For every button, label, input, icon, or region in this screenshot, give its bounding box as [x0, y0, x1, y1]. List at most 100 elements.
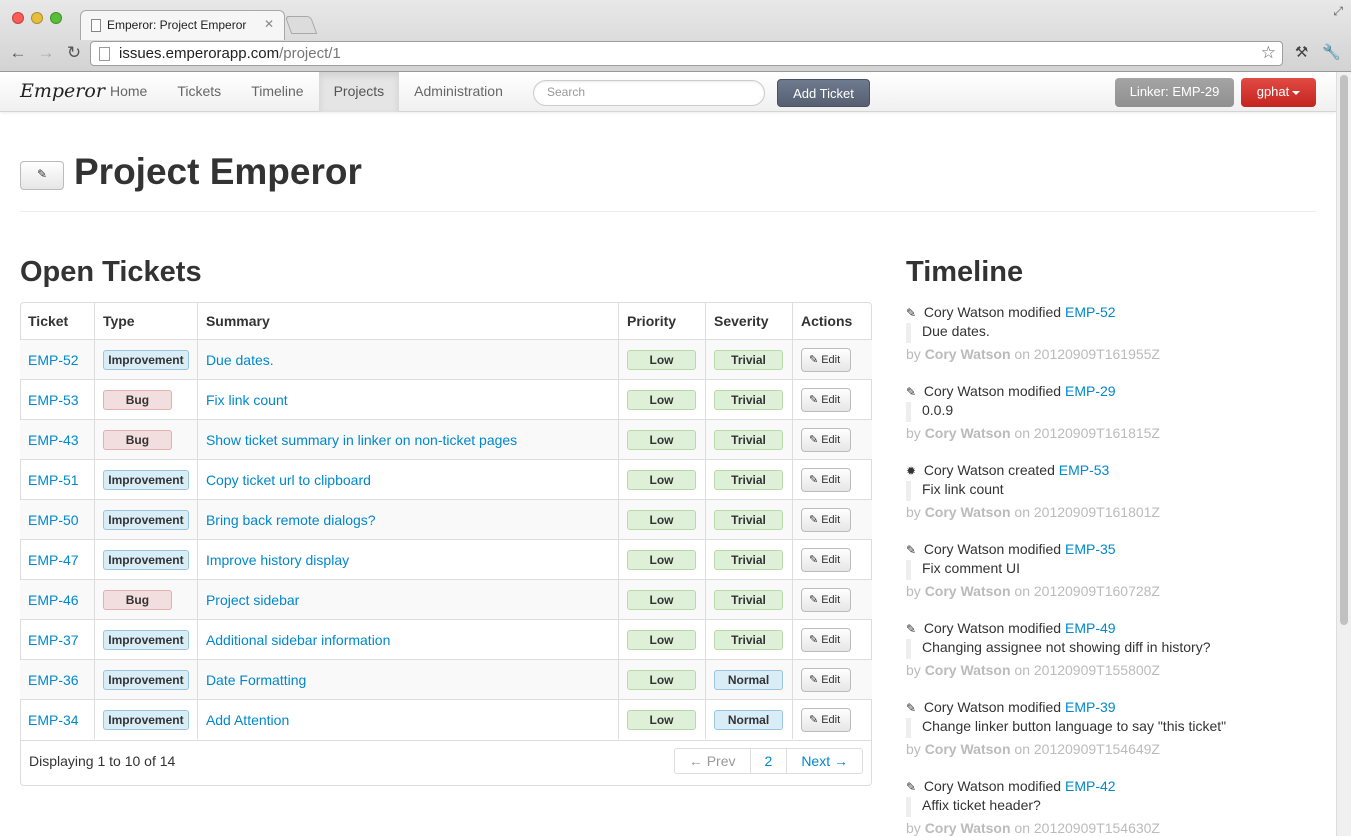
edit-ticket-button[interactable]: ✎ Edit — [800, 587, 851, 612]
table-row: EMP-36 Improvement Date Formatting Low Norma… — [20, 659, 872, 699]
ticket-summary-link[interactable]: Copy ticket url to clipboard — [206, 472, 371, 488]
edit-label: Edit — [821, 633, 841, 646]
edit-ticket-button[interactable]: ✎ Edit — [800, 387, 851, 412]
nav-administration[interactable]: Administration — [399, 72, 518, 112]
timeline-ticket-link[interactable]: EMP-35 — [1065, 541, 1116, 557]
ticket-id-link[interactable]: EMP-46 — [28, 592, 79, 608]
edit-ticket-button[interactable]: ✎ Edit — [800, 467, 851, 492]
nav-home[interactable]: Home — [95, 72, 162, 112]
brand-logo[interactable]: Emperor — [20, 80, 105, 102]
type-badge: Improvement — [102, 629, 189, 650]
user-menu-button[interactable]: gphat — [1241, 78, 1316, 107]
edit-ticket-button[interactable]: ✎ Edit — [800, 707, 851, 732]
linker-button[interactable]: Linker: EMP-29 — [1115, 78, 1234, 107]
page-title: Project Emperor — [74, 151, 362, 192]
severity-badge: Trivial — [714, 549, 783, 570]
browser-tab[interactable]: Emperor: Project Emperor ✕ — [80, 10, 285, 40]
timeline-entry: ✎ Cory Watson modified EMP-49 Changing as… — [906, 620, 1326, 697]
timeline-ticket-link[interactable]: EMP-42 — [1065, 778, 1116, 794]
timeline-author: Cory Watson — [924, 583, 1011, 599]
edit-ticket-button[interactable]: ✎ Edit — [800, 627, 851, 652]
edit-icon: ✎ — [808, 553, 819, 566]
timeline-ticket-link[interactable]: EMP-53 — [1059, 462, 1110, 478]
table-row: EMP-37 Improvement Additional sidebar info… — [20, 619, 872, 659]
timeline-ticket-link[interactable]: EMP-49 — [1065, 620, 1116, 636]
timeline-ticket-link[interactable]: EMP-52 — [1065, 304, 1116, 320]
page-icon — [91, 19, 101, 32]
timeline-entry-header: ✎ Cory Watson modified EMP-35 — [906, 541, 1326, 557]
ticket-summary-link[interactable]: Improve history display — [206, 552, 349, 568]
type-badge: Improvement — [102, 669, 189, 690]
page-scrollbar[interactable] — [1336, 72, 1351, 836]
ticket-summary-link[interactable]: Additional sidebar information — [206, 632, 390, 648]
forward-icon[interactable]: → — [36, 43, 56, 63]
nav-tickets[interactable]: Tickets — [162, 72, 236, 112]
wrench-icon[interactable]: 🔧 — [1322, 43, 1341, 61]
ticket-id-link[interactable]: EMP-37 — [28, 632, 79, 648]
ticket-summary-link[interactable]: Fix link count — [206, 392, 288, 408]
edit-ticket-button[interactable]: ✎ Edit — [800, 667, 851, 692]
timeline-date: 20120909T160728Z — [1033, 583, 1160, 599]
page-2-button[interactable]: 2 — [749, 749, 787, 773]
hammer-icon[interactable]: ⚒ — [1295, 43, 1308, 61]
edit-ticket-button[interactable]: ✎ Edit — [800, 507, 851, 532]
add-ticket-button[interactable]: Add Ticket — [777, 79, 870, 107]
timeline-on: on — [1014, 346, 1030, 362]
ticket-id-link[interactable]: EMP-53 — [28, 392, 79, 408]
column-header-ticket: Ticket — [28, 312, 69, 329]
ticket-id-link[interactable]: EMP-51 — [28, 472, 79, 488]
timeline-by: by — [906, 504, 921, 520]
ticket-id-link[interactable]: EMP-50 — [28, 512, 79, 528]
timeline-entry-text: Change linker button language to say "th… — [906, 718, 1326, 738]
ticket-summary-link[interactable]: Due dates. — [206, 352, 274, 368]
zoom-window-button[interactable] — [50, 12, 62, 24]
edit-label: Edit — [821, 353, 841, 366]
timeline-verb: modified — [1008, 383, 1062, 399]
column-header-severity: Severity — [705, 302, 792, 339]
next-page-button[interactable]: Next → — [786, 749, 862, 773]
bookmark-star-icon[interactable]: ☆ — [1261, 43, 1276, 63]
edit-project-button[interactable]: ✎ — [20, 161, 64, 190]
nav-timeline[interactable]: Timeline — [236, 72, 318, 112]
new-tab-button[interactable] — [284, 16, 318, 34]
timeline-by: by — [906, 662, 921, 678]
timeline-verb: created — [1008, 462, 1055, 478]
search-input[interactable]: Search — [533, 80, 765, 106]
reload-icon[interactable]: ↻ — [64, 43, 84, 63]
ticket-id-link[interactable]: EMP-52 — [28, 352, 79, 368]
page-icon — [99, 47, 110, 61]
prev-page-button[interactable]: ← Prev — [675, 749, 750, 773]
timeline-on: on — [1014, 504, 1030, 520]
close-window-button[interactable] — [12, 12, 24, 24]
nav-projects[interactable]: Projects — [318, 72, 400, 112]
edit-label: Edit — [821, 673, 841, 686]
scroll-thumb[interactable] — [1340, 75, 1348, 625]
fullscreen-icon[interactable]: ⤢ — [1333, 4, 1343, 19]
ticket-summary-link[interactable]: Bring back remote dialogs? — [206, 512, 376, 528]
edit-ticket-button[interactable]: ✎ Edit — [800, 547, 851, 572]
timeline-verb: modified — [1008, 304, 1062, 320]
ticket-summary-link[interactable]: Show ticket summary in linker on non-tic… — [206, 432, 517, 448]
timeline-ticket-link[interactable]: EMP-39 — [1065, 699, 1116, 715]
edit-ticket-button[interactable]: ✎ Edit — [800, 427, 851, 452]
timeline-entry: ✎ Cory Watson modified EMP-35 Fix comment… — [906, 541, 1326, 618]
edit-label: Edit — [821, 393, 841, 406]
ticket-summary-link[interactable]: Date Formatting — [206, 672, 306, 688]
asterisk-icon: ✹ — [906, 464, 917, 478]
timeline-entry: ✹ Cory Watson created EMP-53 Fix link cou… — [906, 462, 1326, 539]
ticket-id-link[interactable]: EMP-47 — [28, 552, 79, 568]
back-icon[interactable]: ← — [8, 43, 28, 63]
ticket-summary-link[interactable]: Project sidebar — [206, 592, 299, 608]
edit-ticket-button[interactable]: ✎ Edit — [800, 347, 851, 372]
ticket-summary-link[interactable]: Add Attention — [206, 712, 289, 728]
timeline-entry: ✎ Cory Watson modified EMP-52 Due dates. b… — [906, 304, 1326, 381]
address-bar[interactable]: issues.emperorapp.com/project/1 ☆ — [90, 41, 1283, 66]
ticket-id-link[interactable]: EMP-36 — [28, 672, 79, 688]
close-tab-icon[interactable]: ✕ — [264, 17, 274, 31]
minimize-window-button[interactable] — [31, 12, 43, 24]
timeline-by: by — [906, 741, 921, 757]
ticket-id-link[interactable]: EMP-43 — [28, 432, 79, 448]
timeline-by: by — [906, 425, 921, 441]
timeline-ticket-link[interactable]: EMP-29 — [1065, 383, 1116, 399]
ticket-id-link[interactable]: EMP-34 — [28, 712, 79, 728]
